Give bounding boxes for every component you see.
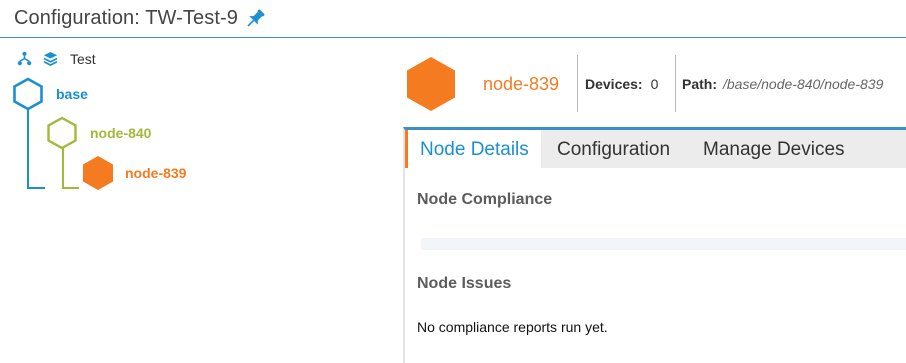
layers-icon[interactable] — [43, 51, 58, 66]
devices-count: Devices: 0 — [585, 76, 658, 92]
tab-manage-devices[interactable]: Manage Devices — [691, 130, 857, 168]
page: Configuration: TW-Test-9 Test base node-… — [0, 0, 906, 363]
divider — [675, 55, 676, 112]
tab-node-details[interactable]: Node Details — [405, 130, 541, 168]
tree-node-label: node-839 — [125, 165, 187, 181]
hexagon-icon — [47, 116, 77, 150]
pin-icon[interactable] — [243, 7, 267, 31]
devices-value: 0 — [650, 76, 659, 92]
hexagon-icon — [13, 77, 43, 111]
path-label: Path: — [682, 76, 717, 92]
details-panel: Node Details Configuration Manage Device… — [403, 127, 906, 363]
node-issues-title: Node Issues — [417, 275, 512, 292]
hierarchy-icon[interactable] — [17, 51, 32, 66]
path-value: /base/node-840/node-839 — [723, 76, 884, 92]
node-name: node-839 — [483, 74, 560, 94]
tab-bar: Node Details Configuration Manage Device… — [405, 130, 906, 168]
hexagon-filled-icon — [83, 156, 113, 190]
compliance-bar — [421, 238, 906, 250]
node-header: node-839 Devices: 0 Path: /base/node-840/n… — [405, 55, 906, 115]
divider — [577, 55, 578, 112]
tree-root-label: Test — [70, 51, 96, 67]
node-hexagon-icon — [407, 57, 455, 111]
tree-node-label: node-840 — [90, 125, 152, 141]
devices-label: Devices: — [585, 76, 643, 92]
issues-empty-message: No compliance reports run yet. — [417, 319, 608, 335]
tree-node-label: base — [56, 86, 88, 102]
node-compliance-title: Node Compliance — [417, 191, 553, 208]
node-path: Path: /base/node-840/node-839 — [682, 76, 883, 92]
tab-configuration[interactable]: Configuration — [545, 130, 682, 168]
